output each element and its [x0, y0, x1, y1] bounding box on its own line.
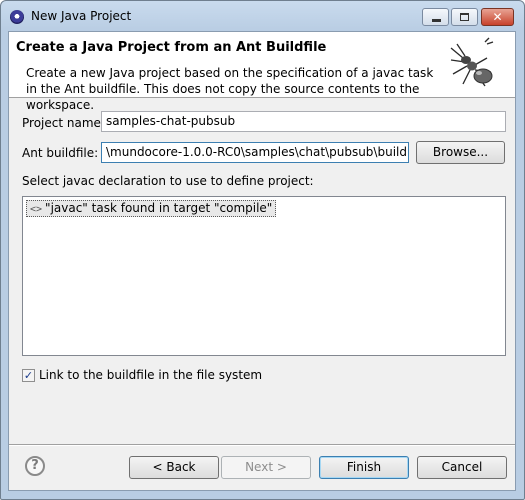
maximize-button[interactable] [451, 8, 478, 26]
javac-list[interactable]: <> "javac" task found in target "compile" [22, 196, 506, 356]
project-name-label: Project name: [22, 116, 105, 130]
title-bar[interactable]: New Java Project ✕ [1, 1, 524, 31]
project-name-input[interactable]: samples-chat-pubsub [101, 111, 506, 132]
maximize-icon [460, 13, 469, 21]
wizard-banner: Create a Java Project from an Ant Buildf… [9, 32, 515, 112]
minimize-button[interactable] [422, 8, 449, 26]
task-icon: <> [30, 204, 43, 215]
dialog-window: New Java Project ✕ Create a Java Project… [0, 0, 525, 500]
button-bar-separator [9, 444, 515, 446]
finish-button[interactable]: Finish [319, 456, 409, 479]
ant-icon [450, 37, 494, 87]
back-button[interactable]: < Back [129, 456, 219, 479]
list-item-label: "javac" task found in target "compile" [45, 201, 273, 215]
banner-description: Create a new Java project based on the s… [26, 66, 434, 112]
close-button[interactable]: ✕ [481, 8, 514, 26]
cancel-button[interactable]: Cancel [417, 456, 507, 479]
buildfile-input[interactable]: \mundocore-1.0.0-RC0\samples\chat\pubsub… [101, 142, 409, 163]
close-icon: ✕ [492, 10, 503, 24]
window-title: New Java Project [31, 9, 132, 23]
list-item[interactable]: <> "javac" task found in target "compile" [26, 200, 277, 217]
minimize-icon [432, 19, 441, 22]
dialog-body: Create a Java Project from an Ant Buildf… [8, 31, 516, 491]
help-icon[interactable]: ? [25, 456, 45, 476]
link-buildfile-checkbox[interactable]: ✓ [22, 369, 35, 382]
browse-button[interactable]: Browse... [416, 141, 505, 164]
banner-title: Create a Java Project from an Ant Buildf… [16, 40, 327, 55]
next-button[interactable]: Next > [221, 456, 311, 479]
javac-prompt-label: Select javac declaration to use to defin… [22, 174, 314, 188]
buildfile-label: Ant buildfile: [22, 146, 99, 160]
eclipse-icon [10, 10, 24, 24]
link-buildfile-label[interactable]: Link to the buildfile in the file system [39, 368, 262, 382]
